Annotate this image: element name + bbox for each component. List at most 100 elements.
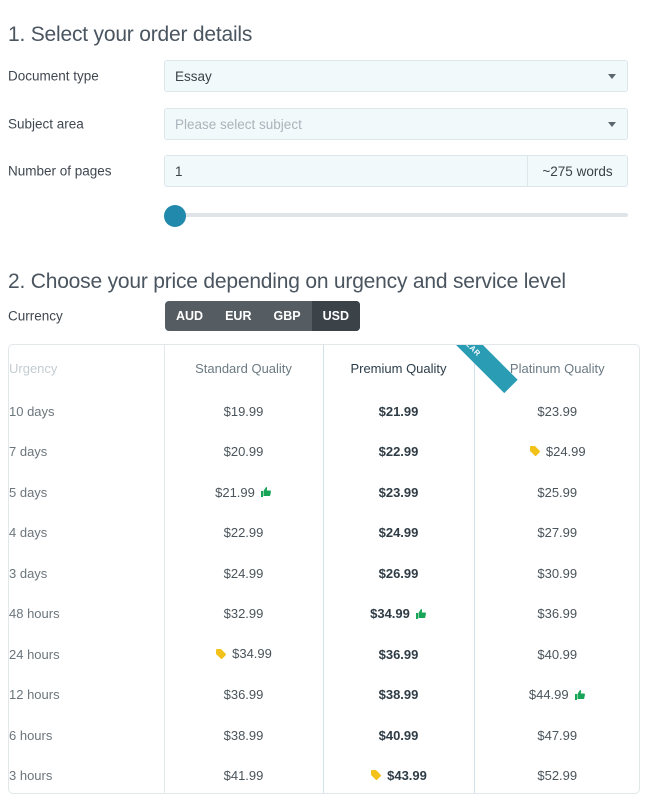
cell-urgency: 6 hours	[9, 727, 53, 743]
price-value: $20.99	[223, 444, 264, 460]
currency-option-eur[interactable]: EUR	[214, 301, 262, 331]
column-header-premium-label: Premium Quality	[350, 360, 447, 376]
tag-icon	[529, 445, 541, 457]
price-cell-premium[interactable]: $23.99	[322, 472, 475, 513]
table-row[interactable]: 10 days $19.99 $21.99 $23.99	[9, 391, 639, 432]
price-value: $36.99	[378, 646, 419, 662]
price-cell-platinum[interactable]: $24.99	[474, 432, 639, 473]
price-value: $25.99	[537, 484, 578, 500]
price-value: $21.99	[378, 403, 419, 419]
table-row[interactable]: 4 days $22.99 $24.99 $27.99	[9, 512, 639, 554]
pages-slider-handle[interactable]	[164, 205, 186, 227]
form-row-number-of-pages: Number of pages 1 ~275 words	[0, 155, 647, 187]
price-cell-premium[interactable]: $26.99	[322, 553, 475, 594]
table-row[interactable]: 48 hours $32.99 $34.99 $36.99	[9, 593, 639, 635]
form-row-document-type: Document type Essay	[0, 60, 647, 92]
cell-urgency: 10 days	[9, 403, 55, 419]
price-cell-premium[interactable]: $22.99	[322, 431, 475, 472]
cell-urgency: 12 hours	[9, 687, 60, 703]
page-title-step-2: 2. Choose your price depending on urgenc…	[8, 270, 566, 294]
price-cell-platinum[interactable]: $30.99	[474, 553, 639, 594]
price-value: $23.99	[378, 484, 419, 500]
price-cell-standard[interactable]: $20.99	[163, 431, 323, 472]
price-value: $19.99	[223, 403, 264, 419]
currency-option-usd[interactable]: USD	[311, 301, 360, 331]
document-type-select[interactable]: Essay	[164, 60, 628, 92]
price-table: Urgency Standard Quality Premium Quality…	[8, 344, 640, 794]
number-of-pages-label: Number of pages	[8, 163, 112, 179]
price-cell-premium[interactable]: $40.99	[322, 715, 475, 756]
price-value: $41.99	[223, 768, 264, 784]
price-value: $44.99	[528, 687, 569, 703]
price-cell-premium[interactable]: $43.99	[322, 755, 475, 793]
number-of-pages-field[interactable]: 1 ~275 words	[164, 155, 628, 187]
document-type-field[interactable]: Essay	[164, 60, 628, 92]
number-of-pages-input[interactable]: 1	[165, 156, 527, 186]
price-cell-platinum[interactable]: $44.99	[474, 675, 639, 716]
price-cell-platinum[interactable]: $47.99	[474, 715, 639, 756]
price-cell-standard[interactable]: $21.99	[163, 472, 323, 513]
price-cell-premium[interactable]: $21.99	[322, 391, 475, 432]
pages-slider[interactable]	[164, 203, 628, 227]
price-value: $40.99	[378, 727, 419, 743]
thumbs-up-icon	[415, 608, 427, 620]
price-cell-platinum[interactable]: $23.99	[474, 391, 639, 432]
currency-option-aud[interactable]: AUD	[165, 301, 214, 331]
price-value: $32.99	[223, 606, 264, 622]
price-cell-premium[interactable]: $24.99	[322, 512, 475, 553]
price-value: $21.99	[215, 484, 255, 500]
price-cell-platinum[interactable]: $36.99	[474, 594, 639, 635]
cell-urgency: 3 hours	[9, 768, 53, 784]
subject-area-placeholder: Please select subject	[175, 116, 302, 132]
price-cell-platinum[interactable]: $40.99	[474, 634, 639, 675]
subject-area-select[interactable]: Please select subject	[164, 108, 628, 140]
tag-icon	[370, 769, 382, 781]
table-row[interactable]: 5 days $21.99 $23.99 $25.99	[9, 472, 639, 513]
currency-label: Currency	[8, 308, 63, 324]
cell-urgency: 24 hours	[9, 646, 60, 662]
price-cell-standard[interactable]: $32.99	[163, 593, 323, 634]
table-row[interactable]: 12 hours $36.99 $38.99 $44.99	[9, 674, 639, 716]
cell-urgency: 3 days	[9, 565, 48, 581]
price-cell-platinum[interactable]: $27.99	[474, 513, 639, 554]
price-cell-standard[interactable]: $41.99	[163, 755, 323, 793]
cell-urgency: 7 days	[9, 444, 48, 460]
table-row[interactable]: 3 days $24.99 $26.99 $30.99	[9, 553, 639, 594]
price-value: $23.99	[537, 403, 578, 419]
subject-area-field[interactable]: Please select subject	[164, 108, 628, 140]
price-cell-standard[interactable]: $22.99	[163, 512, 323, 553]
price-value: $24.99	[378, 525, 419, 541]
price-value: $52.99	[537, 768, 578, 784]
document-type-value: Essay	[175, 68, 212, 84]
table-row[interactable]: 7 days $20.99 $22.99 $24.99	[9, 431, 639, 473]
price-cell-platinum[interactable]: $52.99	[474, 756, 639, 794]
price-cell-standard[interactable]: $19.99	[163, 391, 323, 432]
column-header-urgency: Urgency	[9, 360, 58, 376]
price-value: $22.99	[223, 525, 264, 541]
page-title-step-1: 1. Select your order details	[8, 23, 253, 47]
price-cell-premium[interactable]: $34.99	[322, 593, 475, 634]
price-cell-standard[interactable]: $38.99	[163, 715, 323, 756]
cell-urgency: 48 hours	[9, 606, 60, 622]
price-value: $36.99	[537, 606, 578, 622]
table-row[interactable]: 3 hours $41.99 $43.99 $52.99	[9, 755, 639, 794]
table-row[interactable]: 6 hours $38.99 $40.99 $47.99	[9, 715, 639, 756]
price-value: $30.99	[537, 565, 578, 581]
price-value: $43.99	[387, 767, 427, 783]
chevron-down-icon	[608, 74, 616, 79]
column-header-premium-quality: Premium Quality POPULAR	[322, 345, 518, 394]
column-header-standard-quality: Standard Quality	[163, 345, 323, 391]
price-cell-standard[interactable]: $34.99	[163, 634, 323, 675]
currency-option-gbp[interactable]: GBP	[263, 301, 312, 331]
price-cell-premium[interactable]: $36.99	[322, 634, 475, 675]
price-cell-standard[interactable]: $36.99	[163, 674, 323, 715]
price-cell-standard[interactable]: $24.99	[163, 553, 323, 594]
price-value: $47.99	[537, 727, 578, 743]
table-row[interactable]: 24 hours $34.99 $36.99 $40.99	[9, 634, 639, 675]
price-cell-platinum[interactable]: $25.99	[474, 472, 639, 513]
price-cell-premium[interactable]: $38.99	[322, 674, 475, 715]
subject-area-label: Subject area	[8, 116, 84, 132]
pages-slider-track[interactable]	[176, 213, 628, 217]
currency-selector[interactable]: AUD EUR GBP USD	[165, 301, 360, 331]
price-value: $26.99	[378, 565, 419, 581]
